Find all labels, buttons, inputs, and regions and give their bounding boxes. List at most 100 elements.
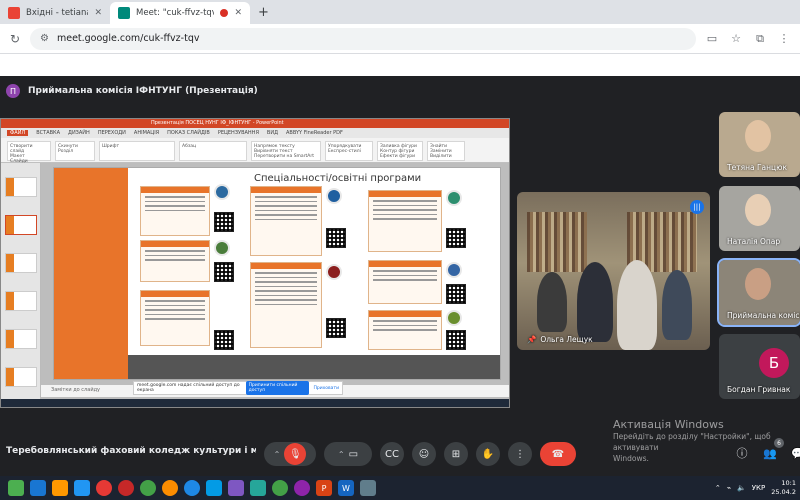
clock-time: 10:1 <box>781 479 796 487</box>
ppt-tab: ВСТАВКА <box>36 130 61 136</box>
ppt-label: Перетворити на SmartArt <box>254 154 314 159</box>
participant-face <box>745 194 771 226</box>
slide-thumbnail[interactable] <box>5 367 37 387</box>
word-icon[interactable]: W <box>338 480 354 496</box>
camera-control[interactable]: ⌃ ▭ <box>324 442 372 466</box>
viber-icon[interactable] <box>228 480 244 496</box>
ppt-group-slides: Створити слайд Макет Слайди <box>7 141 51 164</box>
site-settings-icon[interactable]: ⚙ <box>40 33 49 44</box>
clock-date: 25.04.2 <box>771 488 796 496</box>
person <box>577 262 613 342</box>
slide-title: Спеціальності/освітні програми <box>254 173 422 184</box>
presentation-header: П Приймальна комісія ІФНТУНГ (Презентаці… <box>0 78 800 104</box>
tab-meet[interactable]: Meet: "cuk-ffvz-tqv" ✕ <box>110 2 250 24</box>
person <box>617 260 657 350</box>
chrome-icon[interactable] <box>96 480 112 496</box>
leave-call-button[interactable]: ☎ <box>540 442 576 466</box>
camera-icon[interactable]: ▭ <box>349 449 358 460</box>
participant-tile[interactable]: Б Богдан Гривнак <box>719 334 800 399</box>
info-icon[interactable]: ⓘ <box>733 444 751 462</box>
present-button[interactable]: ⊞ <box>444 442 468 466</box>
explorer-icon[interactable] <box>52 480 68 496</box>
camera-icon[interactable]: ▭ <box>704 32 720 45</box>
emoji-button[interactable]: ☺ <box>412 442 436 466</box>
audio-level-icon: ||| <box>690 200 704 214</box>
close-icon[interactable]: ✕ <box>94 8 102 18</box>
stop-sharing-button[interactable]: Припинити спільний доступ <box>245 381 310 395</box>
qr-code <box>214 212 234 232</box>
star-icon[interactable]: ☆ <box>728 32 744 45</box>
more-vertical-icon: ⋮ <box>515 448 525 460</box>
address-bar: ↻ ⚙ meet.google.com/cuk-ffvz-tqv ▭ ☆ ⧉ ⋮ <box>0 24 800 54</box>
close-icon[interactable]: ✕ <box>234 8 242 18</box>
app-icon[interactable] <box>8 480 24 496</box>
participant-name: 📌 Ольга Лещук <box>527 335 593 344</box>
plus-icon[interactable]: + <box>250 2 277 24</box>
slide-thumbnail[interactable] <box>5 253 37 273</box>
chrome-icon[interactable] <box>162 480 178 496</box>
edge-icon[interactable] <box>30 480 46 496</box>
screen-share-banner: meet.google.com надає спільний доступ до… <box>133 381 343 395</box>
app-icon[interactable] <box>360 480 376 496</box>
ppt-tab: ДИЗАЙН <box>68 130 90 136</box>
mic-control[interactable]: ⌃ 🎙 <box>264 442 316 466</box>
participant-name: Приймальна комісія <box>727 311 800 320</box>
slide-thumbnail[interactable] <box>5 329 37 349</box>
app-icon[interactable] <box>250 480 266 496</box>
ppt-title: Презентація ПОСЕЦ НУНГ ІФ_ІФНТУНГ - Powe… <box>1 119 509 128</box>
slide-thumbnail[interactable] <box>5 215 37 235</box>
participant-tile[interactable]: Приймальна комісія <box>717 258 800 327</box>
chrome-icon[interactable] <box>294 480 310 496</box>
captions-button[interactable]: CC <box>380 442 404 466</box>
bookshelf <box>527 212 587 272</box>
browser-tab-bar: Вхідні - tetiana.hantsiuk@nuos ✕ Meet: "… <box>0 0 800 24</box>
clock[interactable]: 10:1 25.04.2 <box>771 479 796 497</box>
url-field[interactable]: ⚙ meet.google.com/cuk-ffvz-tqv <box>30 27 696 50</box>
opera-icon[interactable] <box>118 480 134 496</box>
more-options-button[interactable]: ⋮ <box>508 442 532 466</box>
hide-banner-button[interactable]: Приховати <box>313 386 339 391</box>
ppt-group-text: Напрямок тексту Вирівняти текст Перетвор… <box>251 141 321 161</box>
chevron-up-icon[interactable]: ⌃ <box>338 450 345 459</box>
faculty-logo <box>326 264 342 280</box>
raise-hand-button[interactable]: ✋ <box>476 442 500 466</box>
ppt-label: Виділити <box>430 154 452 159</box>
mic-off-icon[interactable]: 🎙 <box>284 443 307 465</box>
chevron-up-icon[interactable]: ⌃ <box>274 450 281 459</box>
app-icon[interactable] <box>74 480 90 496</box>
ppt-label: Розділ <box>58 149 74 154</box>
slide-thumbnail[interactable] <box>5 291 37 311</box>
participant-video-room[interactable]: ||| 📌 Ольга Лещук <box>517 192 710 350</box>
chevron-up-icon[interactable]: ⌃ <box>715 484 721 492</box>
slide-thumbnail[interactable] <box>5 177 37 197</box>
meet-icon <box>118 7 130 19</box>
extensions-icon[interactable]: ⧉ <box>752 32 768 46</box>
network-icon[interactable]: ⌁ <box>727 484 731 492</box>
program-card <box>140 290 210 346</box>
emoji-icon: ☺ <box>418 448 430 460</box>
faculty-logo <box>214 184 230 200</box>
call-controls: ⌃ 🎙 ⌃ ▭ CC ☺ ⊞ ✋ ⋮ ☎ <box>264 441 576 467</box>
ppt-tab: РЕЦЕНЗУВАННЯ <box>217 130 259 136</box>
chrome-icon[interactable] <box>184 480 200 496</box>
chat-icon[interactable]: 💬 <box>789 444 800 462</box>
participant-tile[interactable]: Наталія Опар <box>719 186 800 251</box>
language-indicator[interactable]: УКР <box>752 484 765 492</box>
participant-tile[interactable]: Тетяна Ганцюк <box>719 112 800 177</box>
gmail-icon <box>8 7 20 19</box>
activation-heading: Активація Windows <box>613 418 724 431</box>
ppt-group-paragraph: Абзац <box>179 141 247 161</box>
volume-icon[interactable]: 🔈 <box>737 484 746 492</box>
ppt-group-arrange: Упорядкувати Експрес-стилі <box>325 141 373 161</box>
ppt-label: Створити слайд <box>10 144 33 154</box>
faculty-logo <box>214 240 230 256</box>
menu-icon[interactable]: ⋮ <box>776 32 792 45</box>
telegram-icon[interactable] <box>206 480 222 496</box>
chrome-icon[interactable] <box>272 480 288 496</box>
powerpoint-icon[interactable]: P <box>316 480 332 496</box>
captions-icon: CC <box>385 448 399 460</box>
chrome-icon[interactable] <box>140 480 156 496</box>
people-icon[interactable]: 👥 6 <box>761 438 784 462</box>
tab-gmail[interactable]: Вхідні - tetiana.hantsiuk@nuos ✕ <box>0 2 110 24</box>
reload-icon[interactable]: ↻ <box>8 32 22 46</box>
